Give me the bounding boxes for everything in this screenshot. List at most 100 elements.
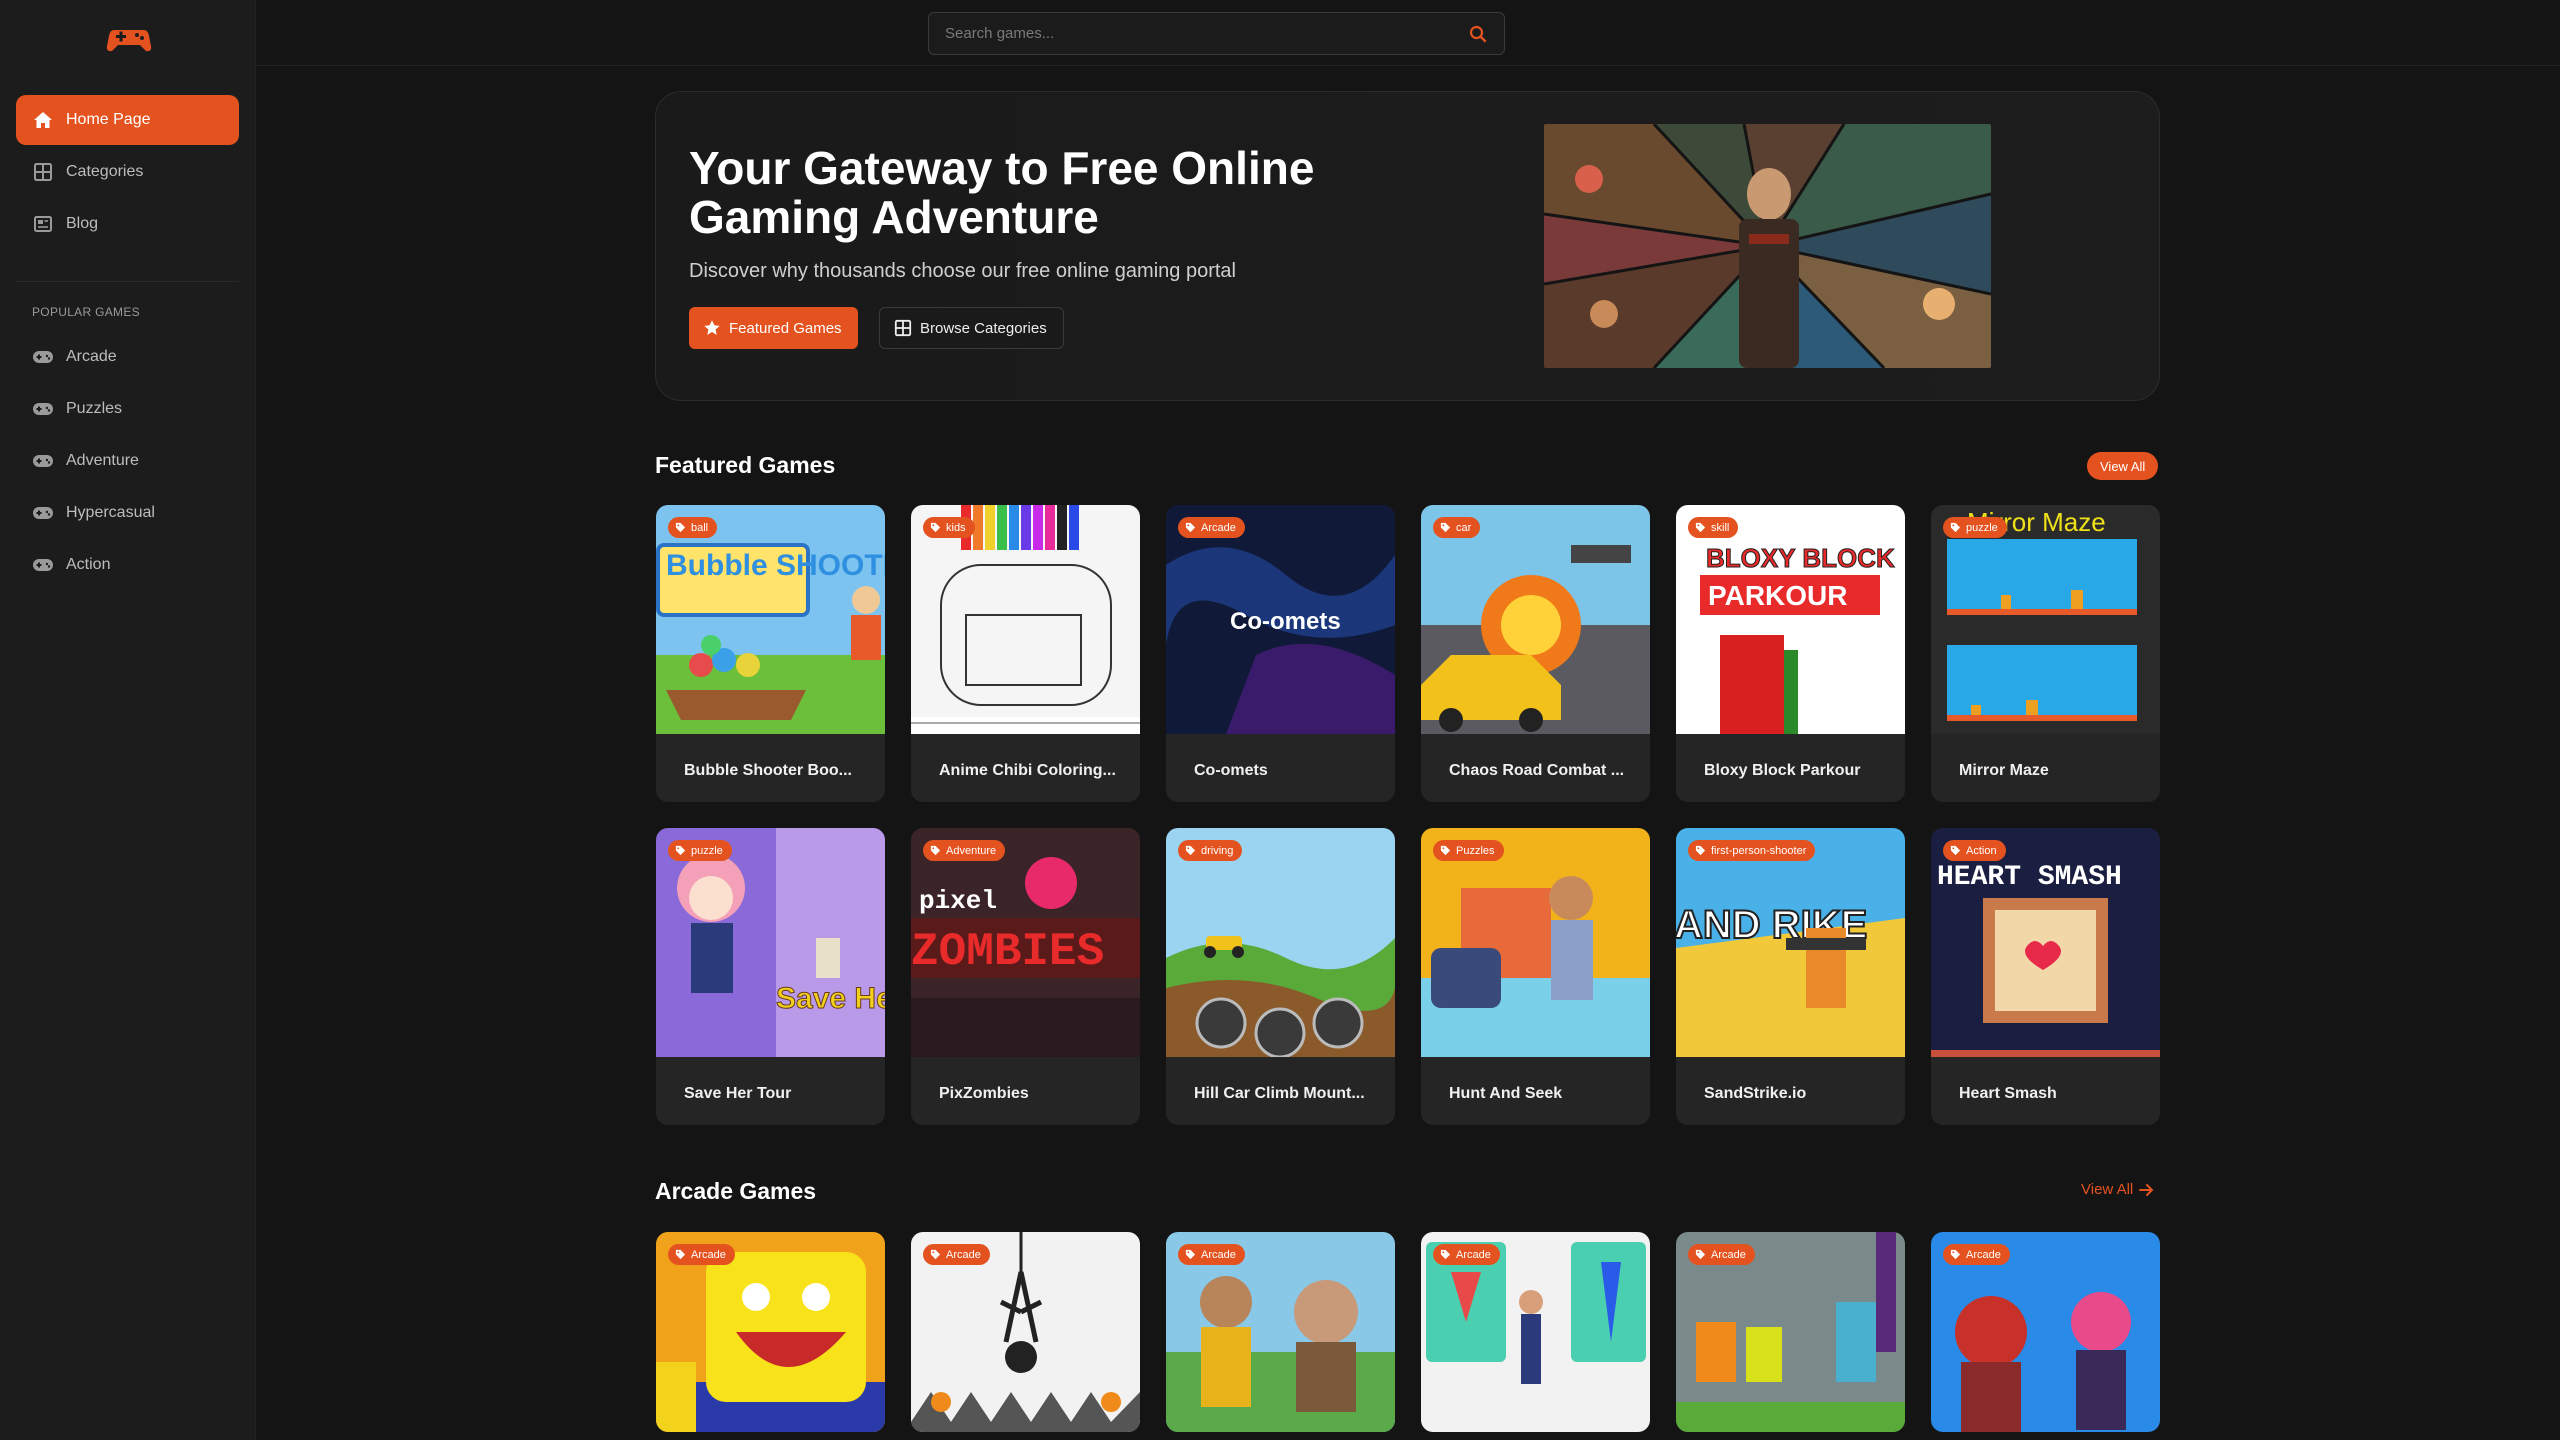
tag-icon	[1440, 1249, 1451, 1260]
game-tag[interactable]: puzzle	[668, 840, 732, 861]
tag-icon	[1950, 522, 1961, 533]
arcade-view-all-label: View All	[2081, 1181, 2134, 1198]
game-tag-label: Adventure	[946, 844, 997, 857]
gamepad-logo-icon[interactable]	[106, 24, 152, 54]
game-tag[interactable]: first-person-shooter	[1688, 840, 1816, 861]
game-tag-label: Arcade	[946, 1248, 981, 1261]
game-tag-label: driving	[1201, 844, 1234, 857]
tag-icon	[930, 1249, 941, 1260]
game-tag-label: puzzle	[691, 844, 723, 857]
game-tag[interactable]: Arcade	[668, 1244, 735, 1265]
sidebar-item-arcade[interactable]: Arcade	[16, 332, 239, 382]
game-card-bloxy-block-parkour[interactable]: BLOXY BLOCK PARKOUR skill Bloxy Block Pa…	[1676, 505, 1905, 802]
game-title: SandStrike.io	[1704, 1085, 1807, 1102]
game-tag[interactable]: Arcade	[923, 1244, 990, 1265]
sidebar-divider	[16, 281, 239, 282]
game-tag[interactable]: car	[1433, 517, 1481, 538]
nav-home[interactable]: Home Page	[16, 95, 239, 145]
game-card-chaos-road-combat[interactable]: car Chaos Road Combat ...	[1421, 505, 1650, 802]
tag-icon	[1440, 845, 1451, 856]
game-card-anime-chibi-coloring[interactable]: kids Anime Chibi Coloring...	[911, 505, 1140, 802]
arcade-card[interactable]: Arcade	[1421, 1232, 1650, 1432]
game-tag-label: first-person-shooter	[1711, 844, 1807, 857]
game-tag-label: Arcade	[1456, 1248, 1491, 1261]
game-title: Co-omets	[1194, 762, 1268, 779]
browse-categories-button-label: Browse Categories	[920, 319, 1047, 337]
game-tag[interactable]: puzzle	[1943, 517, 2007, 538]
game-card-sandstrike[interactable]: AND RIKE first-person-shooter SandStrike…	[1676, 828, 1905, 1125]
game-card-heart-smash[interactable]: HEART SMASH Action Heart Smash	[1931, 828, 2160, 1125]
game-card-save-her-tour[interactable]: Save Her To puzzle Save Her Tour	[656, 828, 885, 1125]
tag-icon	[1440, 522, 1451, 533]
nav-home-label: Home Page	[66, 111, 151, 128]
game-tag[interactable]: Action	[1943, 840, 2006, 861]
game-tag[interactable]: Adventure	[923, 840, 1006, 861]
game-title: Bloxy Block Parkour	[1704, 762, 1861, 779]
sidebar-item-puzzles[interactable]: Puzzles	[16, 384, 239, 434]
tag-icon	[1950, 845, 1961, 856]
game-tag[interactable]: driving	[1178, 840, 1243, 861]
tag-icon	[930, 522, 941, 533]
thumb-title: Co-omets	[1230, 608, 1341, 635]
game-card-hunt-and-seek[interactable]: Puzzles Hunt And Seek	[1421, 828, 1650, 1125]
game-tag-label: skill	[1711, 521, 1730, 534]
gamepad-icon	[32, 502, 54, 524]
game-tag-label: Arcade	[1201, 521, 1236, 534]
arcade-card[interactable]: Arcade	[911, 1232, 1140, 1432]
sidebar-item-label: Adventure	[66, 452, 139, 469]
game-thumbnail: BLOXY BLOCK PARKOUR	[1676, 505, 1905, 734]
featured-games-button[interactable]: Featured Games	[689, 307, 858, 349]
nav-categories[interactable]: Categories	[16, 147, 239, 197]
game-tag[interactable]: Arcade	[1688, 1244, 1755, 1265]
sidebar-item-adventure[interactable]: Adventure	[16, 436, 239, 486]
game-tag-label: Arcade	[1201, 1248, 1236, 1261]
game-tag-label: Puzzles	[1456, 844, 1495, 857]
arcade-card[interactable]: Arcade	[656, 1232, 885, 1432]
thumb-subtitle: ZOMBIES	[911, 926, 1104, 978]
arrow-right-icon	[2139, 1183, 2154, 1196]
grid-icon	[894, 319, 912, 337]
game-tag[interactable]: Arcade	[1178, 517, 1245, 538]
game-tag[interactable]: Arcade	[1433, 1244, 1500, 1265]
tag-icon	[930, 845, 941, 856]
game-card-co-omets[interactable]: Co-omets Arcade Co-omets	[1166, 505, 1395, 802]
game-tag[interactable]: kids	[923, 517, 975, 538]
game-card-mirror-maze[interactable]: Mirror Maze puzzle Mirror Maze	[1931, 505, 2160, 802]
game-tag[interactable]: ball	[668, 517, 718, 538]
nav-blog[interactable]: Blog	[16, 199, 239, 249]
game-tag[interactable]: Arcade	[1178, 1244, 1245, 1265]
game-tag[interactable]: Arcade	[1943, 1244, 2010, 1265]
tag-icon	[1185, 845, 1196, 856]
game-tag[interactable]: skill	[1688, 517, 1739, 538]
search-icon[interactable]	[1468, 24, 1488, 44]
thumb-title: pixel	[919, 886, 997, 916]
game-title: PixZombies	[939, 1085, 1029, 1102]
game-title: Hunt And Seek	[1449, 1085, 1563, 1102]
featured-view-all-button[interactable]: View All	[2087, 452, 2159, 480]
tag-icon	[1695, 1249, 1706, 1260]
arcade-card[interactable]: Arcade	[1931, 1232, 2160, 1432]
arcade-card[interactable]: Arcade	[1166, 1232, 1395, 1432]
game-tag-label: Arcade	[1966, 1248, 2001, 1261]
arcade-view-all-link[interactable]: View All	[2081, 1181, 2155, 1198]
game-card-pixzombies[interactable]: pixel ZOMBIES Adventure PixZombies	[911, 828, 1140, 1125]
game-card-bubble-shooter[interactable]: Bubble SHOOTER ball Bubble Shooter Boo..…	[656, 505, 885, 802]
thumb-subtitle: PARKOUR	[1708, 580, 1847, 611]
hero-banner: Your Gateway to Free Online Gaming Adven…	[655, 91, 2160, 401]
game-title: Save Her Tour	[684, 1085, 792, 1102]
thumb-title: BLOXY BLOCK	[1706, 543, 1895, 573]
game-tag[interactable]: Puzzles	[1433, 840, 1504, 861]
arcade-card[interactable]: Arcade	[1676, 1232, 1905, 1432]
game-tag-label: Action	[1966, 844, 1997, 857]
hero-subtitle: Discover why thousands choose our free o…	[689, 260, 1236, 282]
search-input[interactable]	[945, 25, 1468, 42]
sidebar-item-hypercasual[interactable]: Hypercasual	[16, 488, 239, 538]
nav-categories-label: Categories	[66, 163, 144, 180]
sidebar-item-action[interactable]: Action	[16, 540, 239, 590]
top-bar	[257, 0, 2560, 66]
sidebar: Home Page Categories Blog POPULAR GAMES …	[0, 0, 256, 1440]
game-tag-label: Arcade	[691, 1248, 726, 1261]
browse-categories-button[interactable]: Browse Categories	[879, 307, 1064, 349]
game-card-hill-car-climb[interactable]: driving Hill Car Climb Mount...	[1166, 828, 1395, 1125]
tag-icon	[675, 1249, 686, 1260]
